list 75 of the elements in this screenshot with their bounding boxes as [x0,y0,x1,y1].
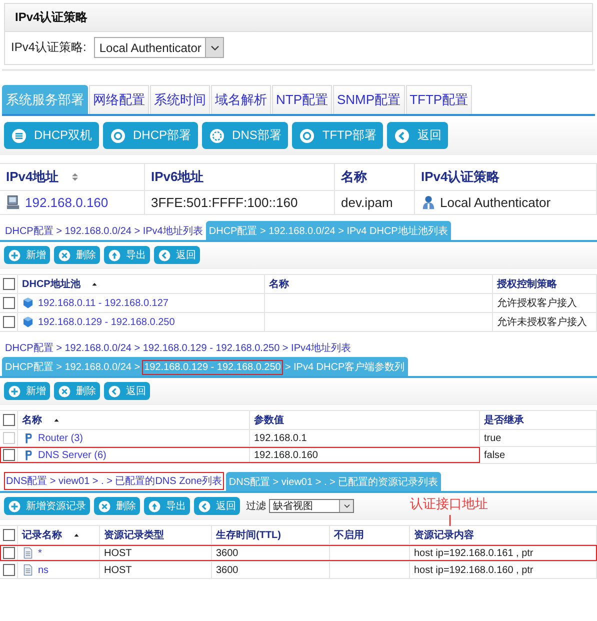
table-cell: dev.ipam [341,195,393,210]
table-row[interactable]: * HOST 3600 host ip=192.168.0.161 , ptr [0,545,597,562]
add-icon [8,384,21,398]
table-cell: false [484,450,506,460]
tab[interactable]: 网络配置 [89,85,149,114]
cube-icon [22,297,34,309]
table-cell: 192.168.0.1 [254,432,307,444]
back-icon [158,248,171,262]
tab[interactable]: 域名解析 [211,85,271,114]
table-cell: 3FFE:501:FFFF:100::160 [151,195,298,210]
cube-icon [22,316,34,328]
globe-icon [209,128,226,144]
back-icon [198,500,211,512]
table-cell: true [484,432,502,444]
computer-icon [6,195,21,210]
checkbox[interactable] [2,547,14,559]
table-cell: 3600 [216,564,238,576]
table-cell: 192.168.0.160 [254,450,318,460]
table-row[interactable]: ns HOST 3600 host ip=192.168.0.160 , ptr [0,562,597,579]
breadcrumb-text: DHCP配置 > 192.168.0.0/24 > [5,360,140,374]
panel-title: IPv4认证策略 [15,10,88,24]
table-cell: Local Authenticator [440,195,551,210]
delete-icon [98,500,111,512]
checkbox[interactable] [2,297,14,309]
checkbox[interactable] [2,414,14,426]
tab[interactable]: 系统时间 [150,85,210,114]
tab[interactable]: SNMP配置 [333,85,405,114]
link[interactable]: 192.168.0.11 - 192.168.0.127 [38,298,168,308]
filter-dropdown[interactable]: 缺省视图 [269,499,354,513]
export-icon [108,248,121,262]
link[interactable]: 192.168.0.129 - 192.168.0.250 [38,316,175,328]
link[interactable]: * [38,548,42,558]
link[interactable]: ns [38,564,49,576]
link[interactable]: DNS Server (6) [38,450,106,460]
checkbox[interactable] [2,278,14,290]
delete-icon [58,248,71,262]
link[interactable]: 192.168.0.160 [25,195,108,210]
checkbox[interactable] [2,529,14,541]
tab[interactable]: TFTP配置 [406,85,472,114]
checkbox[interactable] [2,449,14,461]
annotation-text: 认证接口地址 [410,495,488,513]
breadcrumb-text: DNS配置 > view01 > . > 已配置的资源记录列表 [228,476,438,489]
table-cell-text: 允许授权客户接入 [497,296,577,310]
delete-icon [58,384,71,398]
filter-label: 过滤 [246,500,266,513]
breadcrumb-tab[interactable]: DHCP配置 > 192.168.0.0/24 > IPv4地址列表 [2,221,206,240]
gear-icon [299,128,316,144]
table-cell: HOST [104,564,132,576]
add-icon [8,248,21,262]
dropdown[interactable]: Local Authenticator [94,37,224,58]
checkbox[interactable] [2,316,14,328]
breadcrumb-text: 192.168.0.129 - 192.168.0.250 [143,360,282,374]
breadcrumb-text: DHCP配置 > 192.168.0.0/24 > 192.168.0.129 - 192.168.0.250 > IPv4地址列表 [5,342,352,355]
table-cell-text: 允许未授权客户接入 [497,316,587,329]
breadcrumb-tab[interactable]: DHCP配置 > 192.168.0.0/24 > 192.168.0.129 - 192.168.0.250 > IPv4地址列表 [2,338,354,357]
field-label: IPv4认证策略: [11,39,86,56]
document-icon [22,547,34,559]
table-cell: host ip=192.168.0.160 , ptr [414,564,534,576]
breadcrumb-text: DHCP配置 > 192.168.0.0/24 > IPv4 DHCP地址池列表 [208,224,448,238]
document-icon [22,564,34,576]
breadcrumb-text: > IPv4 DHCP客户端参数列 [284,360,405,374]
tab[interactable]: NTP配置 [272,85,332,114]
breadcrumb-text: DHCP配置 > 192.168.0.0/24 > IPv4地址列表 [5,224,203,238]
add-icon [8,500,21,512]
user-icon [421,195,436,210]
back-icon [394,128,410,144]
gear-icon [110,128,126,144]
back-icon [108,384,121,398]
checkbox[interactable] [2,564,14,576]
table-cell: HOST [104,548,132,558]
table-cell: host ip=192.168.0.161 , ptr [414,548,534,558]
table-cell: 3600 [216,548,238,558]
export-icon [148,500,161,512]
list-icon [11,128,27,144]
table-row[interactable]: DNS Server (6) 192.168.0.160 false [0,447,597,464]
